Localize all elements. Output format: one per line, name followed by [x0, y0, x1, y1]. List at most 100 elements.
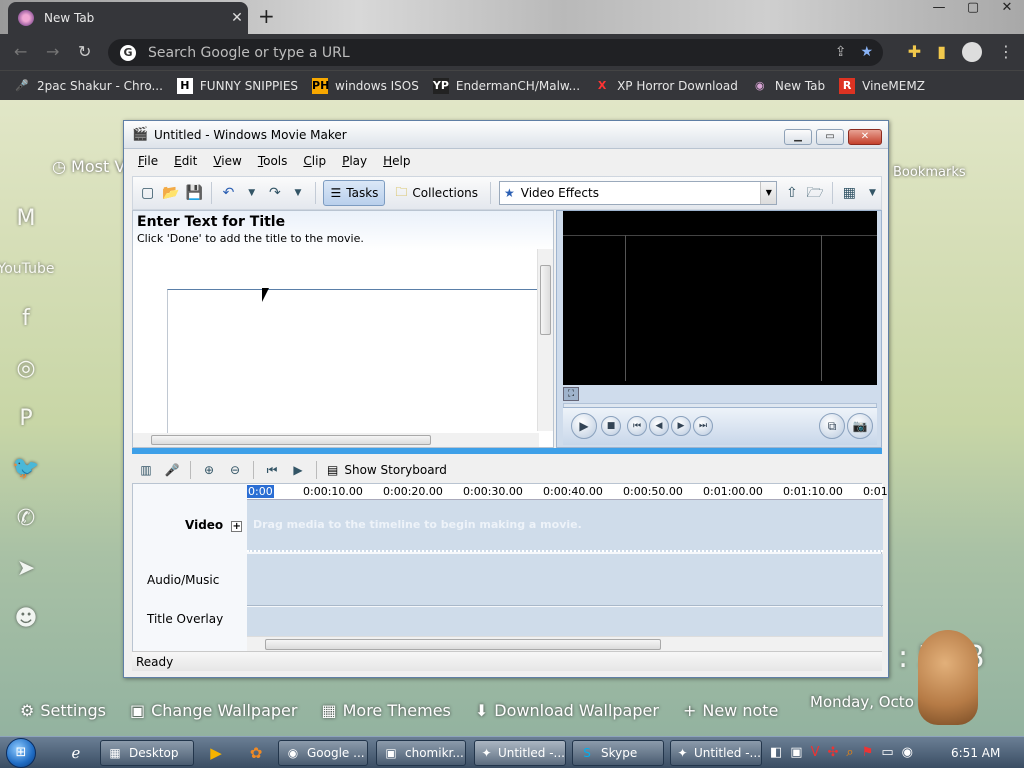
forward-button[interactable]: ▶ — [671, 416, 691, 436]
views-icon[interactable]: ▦ — [841, 184, 858, 202]
title-text-input[interactable] — [167, 289, 539, 435]
tray-volume-icon[interactable]: ◉ — [902, 745, 913, 760]
menu-play[interactable]: Play — [336, 151, 373, 173]
bookmark-item[interactable]: X XP Horror Download — [594, 78, 738, 94]
wmm-minimize-button[interactable]: ▁ — [784, 129, 812, 145]
share-icon[interactable]: ⇪ — [835, 44, 847, 60]
playhead-tick[interactable]: 0:00 — [247, 485, 274, 498]
new-project-icon[interactable]: ▢ — [139, 184, 156, 202]
expand-plus-icon[interactable]: + — [231, 521, 243, 532]
menu-kebab-icon[interactable]: ⋮ — [998, 42, 1014, 62]
paint-icon[interactable]: ✿ — [246, 743, 266, 763]
video-track[interactable]: Drag media to the timeline to begin maki… — [247, 500, 883, 552]
wmm-close-button[interactable]: ✕ — [848, 129, 882, 145]
close-button[interactable]: ✕ — [990, 0, 1024, 20]
previous-frame-button[interactable]: ⏮ — [627, 416, 647, 436]
tray-network-icon[interactable]: ▭ — [881, 745, 893, 760]
play-button[interactable]: ▶ — [571, 413, 597, 439]
bookmark-item[interactable]: PH windows ISOS — [312, 77, 419, 94]
instagram-icon[interactable]: ◎ — [16, 352, 35, 386]
stop-button[interactable]: ■ — [601, 416, 621, 436]
up-folder-icon[interactable]: ⇧ — [783, 184, 800, 202]
audio-track[interactable] — [247, 554, 883, 606]
scroll-thumb[interactable] — [265, 639, 661, 650]
side-panel-icon[interactable]: ▮ — [937, 42, 946, 62]
extensions-icon[interactable]: ✚ — [908, 42, 921, 62]
take-picture-button[interactable]: 📷 — [847, 413, 873, 439]
bookmark-item[interactable]: ◉ New Tab — [752, 78, 825, 94]
change-wallpaper-link[interactable]: ▣ Change Wallpaper — [130, 701, 298, 720]
reload-icon[interactable]: ↻ — [78, 42, 91, 61]
tab-new-tab[interactable]: New Tab ✕ — [8, 2, 248, 34]
window-titlebar[interactable]: 🎬 Untitled - Windows Movie Maker ▁ ▭ ✕ — [124, 121, 888, 149]
tab-close-icon[interactable]: ✕ — [226, 10, 248, 26]
split-clip-button[interactable]: ⧉ — [819, 413, 845, 439]
title-pane-vertical-scrollbar[interactable] — [537, 249, 553, 431]
media-player-icon[interactable]: ▶ — [206, 743, 226, 763]
new-folder-icon[interactable]: 🗁 — [806, 184, 823, 202]
menu-tools[interactable]: Tools — [252, 151, 294, 173]
start-orb-icon[interactable]: ⊞ — [6, 738, 36, 768]
rewind-timeline-icon[interactable]: ⏮ — [264, 462, 280, 478]
twitter-icon[interactable]: 🐦 — [12, 452, 39, 486]
maximize-button[interactable]: ▢ — [956, 0, 990, 20]
save-project-icon[interactable]: 💾 — [186, 184, 203, 202]
tray-app-icon[interactable]: V — [811, 745, 820, 760]
menu-help[interactable]: Help — [377, 151, 416, 173]
bookmark-star-icon[interactable]: ★ — [860, 44, 873, 60]
internet-explorer-icon[interactable]: ℯ — [66, 743, 86, 763]
pinterest-icon[interactable]: P — [19, 402, 32, 436]
taskbar-button-active[interactable]: ✦ Untitled -... — [474, 740, 566, 766]
new-note-link[interactable]: + New note — [683, 701, 778, 720]
menu-file[interactable]: File — [132, 151, 164, 173]
bookmark-item[interactable]: YP EndermanCH/Malw... — [432, 77, 580, 94]
back-arrow-icon[interactable]: ← — [14, 42, 27, 61]
more-themes-link[interactable]: ▦ More Themes — [321, 701, 450, 720]
redo-dropdown-icon[interactable]: ▼ — [289, 184, 306, 202]
undo-icon[interactable]: ↶ — [220, 184, 237, 202]
zoom-in-icon[interactable]: ⊕ — [201, 462, 217, 478]
tray-search-icon[interactable]: ⌕ — [846, 745, 853, 760]
title-overlay-track[interactable] — [247, 607, 883, 637]
show-storyboard-button[interactable]: ▤ Show Storyboard — [327, 463, 447, 477]
tray-flag-icon[interactable]: ⚑ — [862, 745, 874, 760]
undo-dropdown-icon[interactable]: ▼ — [243, 184, 260, 202]
open-project-icon[interactable]: 📂 — [162, 184, 179, 202]
taskbar-button[interactable]: ▣ chomikr... — [376, 740, 466, 766]
forward-arrow-icon[interactable]: → — [46, 42, 59, 61]
facebook-icon[interactable]: f — [22, 302, 30, 336]
taskbar-button[interactable]: ◉ Google ... — [278, 740, 368, 766]
whatsapp-icon[interactable]: ✆ — [17, 502, 35, 536]
bookmark-item[interactable]: 🎤 2pac Shakur - Chro... — [14, 78, 163, 94]
set-audio-levels-icon[interactable]: ▥ — [138, 462, 154, 478]
views-dropdown-icon[interactable]: ▼ — [864, 184, 881, 202]
collections-dropdown[interactable]: ★ Video Effects ▼ — [498, 181, 778, 205]
download-wallpaper-link[interactable]: ⬇ Download Wallpaper — [475, 701, 659, 720]
bookmarks-label[interactable]: Bookmarks — [893, 165, 966, 180]
settings-link[interactable]: ⚙ Settings — [20, 701, 106, 720]
tray-app-icon[interactable]: ✣ — [828, 745, 839, 760]
gmail-icon[interactable]: M — [17, 202, 36, 236]
new-tab-button[interactable]: + — [258, 4, 275, 28]
narrate-timeline-icon[interactable]: 🎤 — [164, 462, 180, 478]
fullscreen-icon[interactable]: ⛶ — [563, 387, 579, 401]
next-frame-button[interactable]: ⏭ — [693, 416, 713, 436]
timeline-ruler[interactable]: 0:00 0:00:10.00 0:00:20.00 0:00:30.00 0:… — [247, 484, 888, 500]
taskbar-button[interactable]: S Skype — [572, 740, 664, 766]
redo-icon[interactable]: ↷ — [266, 184, 283, 202]
taskbar-clock[interactable]: 6:51 AM — [951, 746, 1000, 760]
reddit-icon[interactable]: ☻ — [15, 602, 38, 636]
title-pane-horizontal-scrollbar[interactable] — [133, 433, 539, 447]
taskbar-button[interactable]: ✦ Untitled -... — [670, 740, 762, 766]
youtube-icon[interactable]: YouTube — [0, 252, 54, 286]
tray-app-icon[interactable]: ▣ — [790, 745, 802, 760]
wmm-maximize-button[interactable]: ▭ — [816, 129, 844, 145]
timeline-horizontal-scrollbar[interactable] — [247, 636, 883, 652]
omnibox[interactable]: G Search Google or type a URL ⇪ ★ — [108, 39, 883, 66]
collections-button[interactable]: 🗀 Collections — [391, 180, 482, 206]
bookmark-item[interactable]: H FUNNY SNIPPIES — [176, 77, 298, 94]
scroll-thumb[interactable] — [151, 435, 431, 445]
play-timeline-icon[interactable]: ▶ — [290, 462, 306, 478]
menu-clip[interactable]: Clip — [297, 151, 332, 173]
profile-avatar[interactable] — [962, 42, 982, 62]
